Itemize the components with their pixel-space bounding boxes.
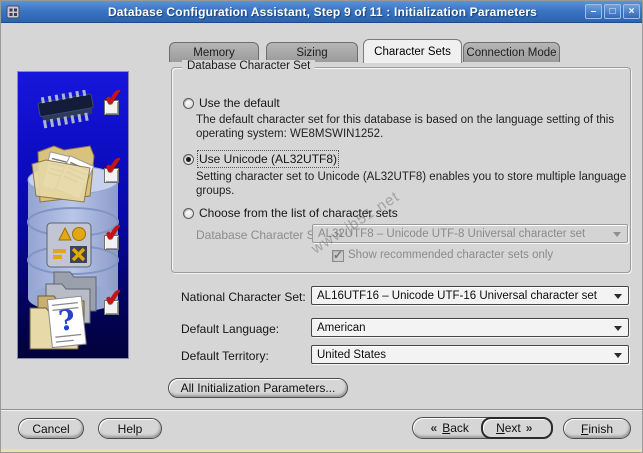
memory-chip-icon bbox=[37, 90, 94, 129]
database-character-set-label: Database Character Set: bbox=[196, 228, 329, 242]
show-recommended-checkbox: ✓ bbox=[332, 248, 344, 262]
default-territory-label: Default Territory: bbox=[181, 349, 269, 363]
help-button[interactable]: Help bbox=[98, 418, 162, 439]
radio-use-default-label[interactable]: Use the default bbox=[199, 96, 280, 110]
use-unicode-description: Setting character set to Unicode (AL32UT… bbox=[196, 171, 627, 197]
window-title: Database Configuration Assistant, Step 9… bbox=[107, 4, 538, 19]
step-checkbox-2 bbox=[104, 168, 119, 183]
radio-choose-from-list[interactable] bbox=[183, 208, 194, 219]
database-character-set-select: AL32UTF8 – Unicode UTF-8 Universal chara… bbox=[312, 224, 628, 243]
step-checkbox-3 bbox=[104, 235, 119, 250]
show-recommended-label: Show recommended character sets only bbox=[348, 249, 554, 261]
window-titlebar: Database Configuration Assistant, Step 9… bbox=[1, 1, 642, 23]
window-bottom-edge bbox=[1, 449, 642, 452]
radio-choose-from-list-label[interactable]: Choose from the list of character sets bbox=[199, 206, 398, 220]
back-label: Back bbox=[442, 421, 469, 435]
tab-memory[interactable]: Memory bbox=[169, 42, 259, 62]
all-initialization-parameters-button[interactable]: All Initialization Parameters... bbox=[168, 378, 348, 398]
footer-separator bbox=[1, 409, 642, 411]
back-button[interactable]: « Back bbox=[413, 418, 482, 438]
national-character-set-value: AL16UTF16 – Unicode UTF-16 Universal cha… bbox=[317, 289, 597, 302]
wizard-sidebar-graphic: ? ✔ ✔ ✔ ✔ bbox=[17, 71, 129, 359]
tab-sizing[interactable]: Sizing bbox=[266, 42, 358, 62]
default-language-value: American bbox=[317, 321, 366, 334]
cancel-button[interactable]: Cancel bbox=[18, 418, 84, 439]
default-territory-select[interactable]: United States bbox=[311, 345, 629, 364]
database-shapes-icon bbox=[46, 222, 92, 268]
database-character-set-value: AL32UTF8 – Unicode UTF-8 Universal chara… bbox=[318, 227, 586, 240]
default-territory-value: United States bbox=[317, 348, 387, 361]
default-language-label: Default Language: bbox=[181, 322, 280, 336]
radio-use-unicode-label[interactable]: Use Unicode (AL32UTF8) bbox=[196, 150, 340, 168]
default-language-select[interactable]: American bbox=[311, 318, 629, 337]
radio-use-unicode[interactable] bbox=[183, 154, 194, 165]
maximize-icon[interactable]: □ bbox=[604, 4, 621, 19]
tab-character-sets[interactable]: Character Sets bbox=[363, 39, 462, 63]
close-icon[interactable]: × bbox=[623, 4, 640, 19]
minimize-icon[interactable]: – bbox=[585, 4, 602, 19]
next-label: Next bbox=[496, 421, 521, 435]
back-chevron-icon: « bbox=[430, 421, 438, 435]
tab-connection-mode[interactable]: Connection Mode bbox=[463, 42, 560, 62]
chevron-down-icon bbox=[614, 326, 622, 331]
svg-text:?: ? bbox=[57, 303, 77, 338]
back-next-group: « Back Next » bbox=[412, 417, 553, 439]
step-checkbox-1 bbox=[104, 100, 119, 115]
use-default-description: The default character set for this datab… bbox=[196, 114, 615, 140]
finish-label: Finish bbox=[580, 421, 614, 436]
chevron-down-icon bbox=[614, 294, 622, 299]
radio-use-default[interactable] bbox=[183, 98, 194, 109]
group-legend: Database Character Set bbox=[182, 60, 316, 72]
finish-button[interactable]: Finish bbox=[563, 418, 631, 439]
chevron-down-icon bbox=[613, 232, 621, 237]
national-character-set-select[interactable]: AL16UTF16 – Unicode UTF-16 Universal cha… bbox=[311, 286, 629, 305]
step-checkbox-4 bbox=[104, 300, 119, 315]
documents-folder-icon bbox=[31, 145, 95, 203]
chevron-down-icon bbox=[614, 353, 622, 358]
next-chevron-icon: » bbox=[525, 421, 533, 435]
next-button[interactable]: Next » bbox=[480, 417, 553, 439]
checkbox-check-icon: ✓ bbox=[333, 248, 344, 262]
database-character-set-group: Database Character Set Use the default T… bbox=[171, 60, 631, 273]
national-character-set-label: National Character Set: bbox=[181, 290, 306, 304]
dbca-window: Database Configuration Assistant, Step 9… bbox=[0, 0, 643, 453]
